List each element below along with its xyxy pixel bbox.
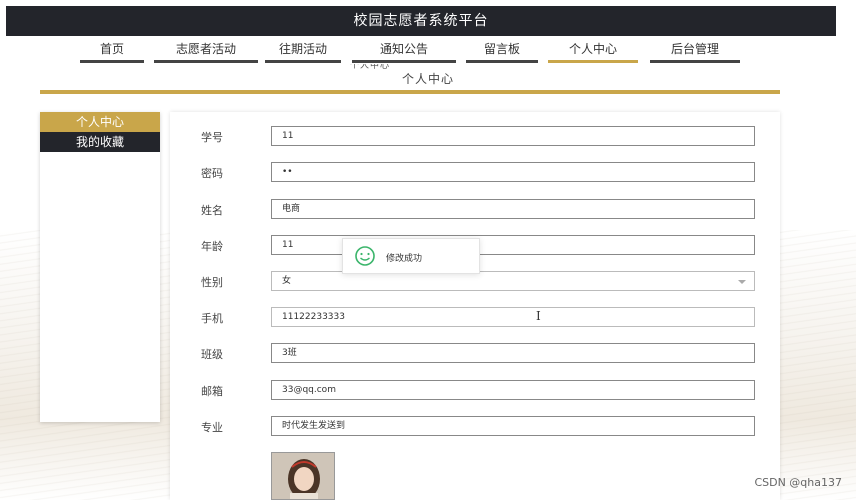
nav-item-past-activities[interactable]: 往期活动 <box>265 40 341 63</box>
field-label: 邮箱 <box>201 385 223 398</box>
section-title: 个人中心 <box>401 72 454 86</box>
email-field[interactable]: 33@qq.com <box>271 380 755 400</box>
gender-select[interactable]: 女 <box>271 271 755 291</box>
form-row-phone: 手机 11122233333 <box>170 307 780 329</box>
form-row-name: 姓名 电商 <box>170 199 780 221</box>
field-label: 年龄 <box>201 240 223 253</box>
nav-item-label: 首页 <box>99 42 124 56</box>
gender-select-value: 女 <box>282 276 292 286</box>
app-title-bar: 校园志愿者系统平台 <box>6 6 836 36</box>
name-field[interactable]: 电商 <box>271 199 755 219</box>
nav-item-announcements[interactable]: 通知公告 <box>352 40 456 63</box>
smile-icon <box>355 246 375 266</box>
nav-item-home[interactable]: 首页 <box>80 40 144 63</box>
nav-item-message-board[interactable]: 留言板 <box>466 40 538 63</box>
success-toast: 修改成功 <box>342 238 480 274</box>
field-label: 性别 <box>201 276 223 289</box>
sidebar-item-favorites[interactable]: 我的收藏 <box>40 132 160 152</box>
class-field[interactable]: 3班 <box>271 343 755 363</box>
field-label: 专业 <box>201 421 223 434</box>
avatar[interactable] <box>271 452 335 500</box>
nav-item-label: 后台管理 <box>670 42 719 56</box>
nav-item-label: 个人中心 <box>568 42 617 56</box>
sidebar-item-personal-center[interactable]: 个人中心 <box>40 112 160 132</box>
nav-item-label: 志愿者活动 <box>175 42 236 56</box>
password-field[interactable]: •• <box>271 162 755 182</box>
nav-item-label: 通知公告 <box>379 42 428 56</box>
nav-item-label: 往期活动 <box>278 42 327 56</box>
nav-item-volunteer-activities[interactable]: 志愿者活动 <box>154 40 258 63</box>
form-row-student-id: 学号 11 <box>170 126 780 148</box>
field-label: 班级 <box>201 348 223 361</box>
profile-form: 学号 11 密码 •• 姓名 电商 年龄 11 性别 女 手机 11122233… <box>170 112 780 500</box>
form-row-class: 班级 3班 <box>170 343 780 365</box>
app-title: 校园志愿者系统平台 <box>353 13 489 29</box>
major-field[interactable]: 时代发生发送到 <box>271 416 755 436</box>
nav-item-label: 留言板 <box>483 42 520 56</box>
section-divider <box>40 90 780 94</box>
field-label: 姓名 <box>201 204 223 217</box>
toast-message: 修改成功 <box>386 254 423 264</box>
field-label: 学号 <box>201 131 223 144</box>
watermark: CSDN @qha137 <box>754 476 842 489</box>
sidebar: 个人中心 我的收藏 <box>40 112 160 422</box>
sidebar-item-label: 我的收藏 <box>75 135 124 149</box>
avatar-portrait-image <box>272 453 334 499</box>
text-cursor-icon: I <box>536 309 541 323</box>
sidebar-item-label: 个人中心 <box>75 115 124 129</box>
field-label: 手机 <box>201 312 223 325</box>
form-row-gender: 性别 女 <box>170 271 780 293</box>
phone-field[interactable]: 11122233333 <box>271 307 755 327</box>
top-nav: 首页 志愿者活动 往期活动 通知公告 留言板 个人中心 后台管理 <box>0 36 856 66</box>
form-row-email: 邮箱 33@qq.com <box>170 380 780 402</box>
chevron-down-icon <box>738 280 746 284</box>
field-label: 密码 <box>201 167 223 180</box>
form-row-major: 专业 时代发生发送到 <box>170 416 780 438</box>
nav-item-personal-center[interactable]: 个人中心 <box>548 40 638 63</box>
nav-item-admin[interactable]: 后台管理 <box>650 40 740 63</box>
student-id-field[interactable]: 11 <box>271 126 755 146</box>
form-row-password: 密码 •• <box>170 162 780 184</box>
